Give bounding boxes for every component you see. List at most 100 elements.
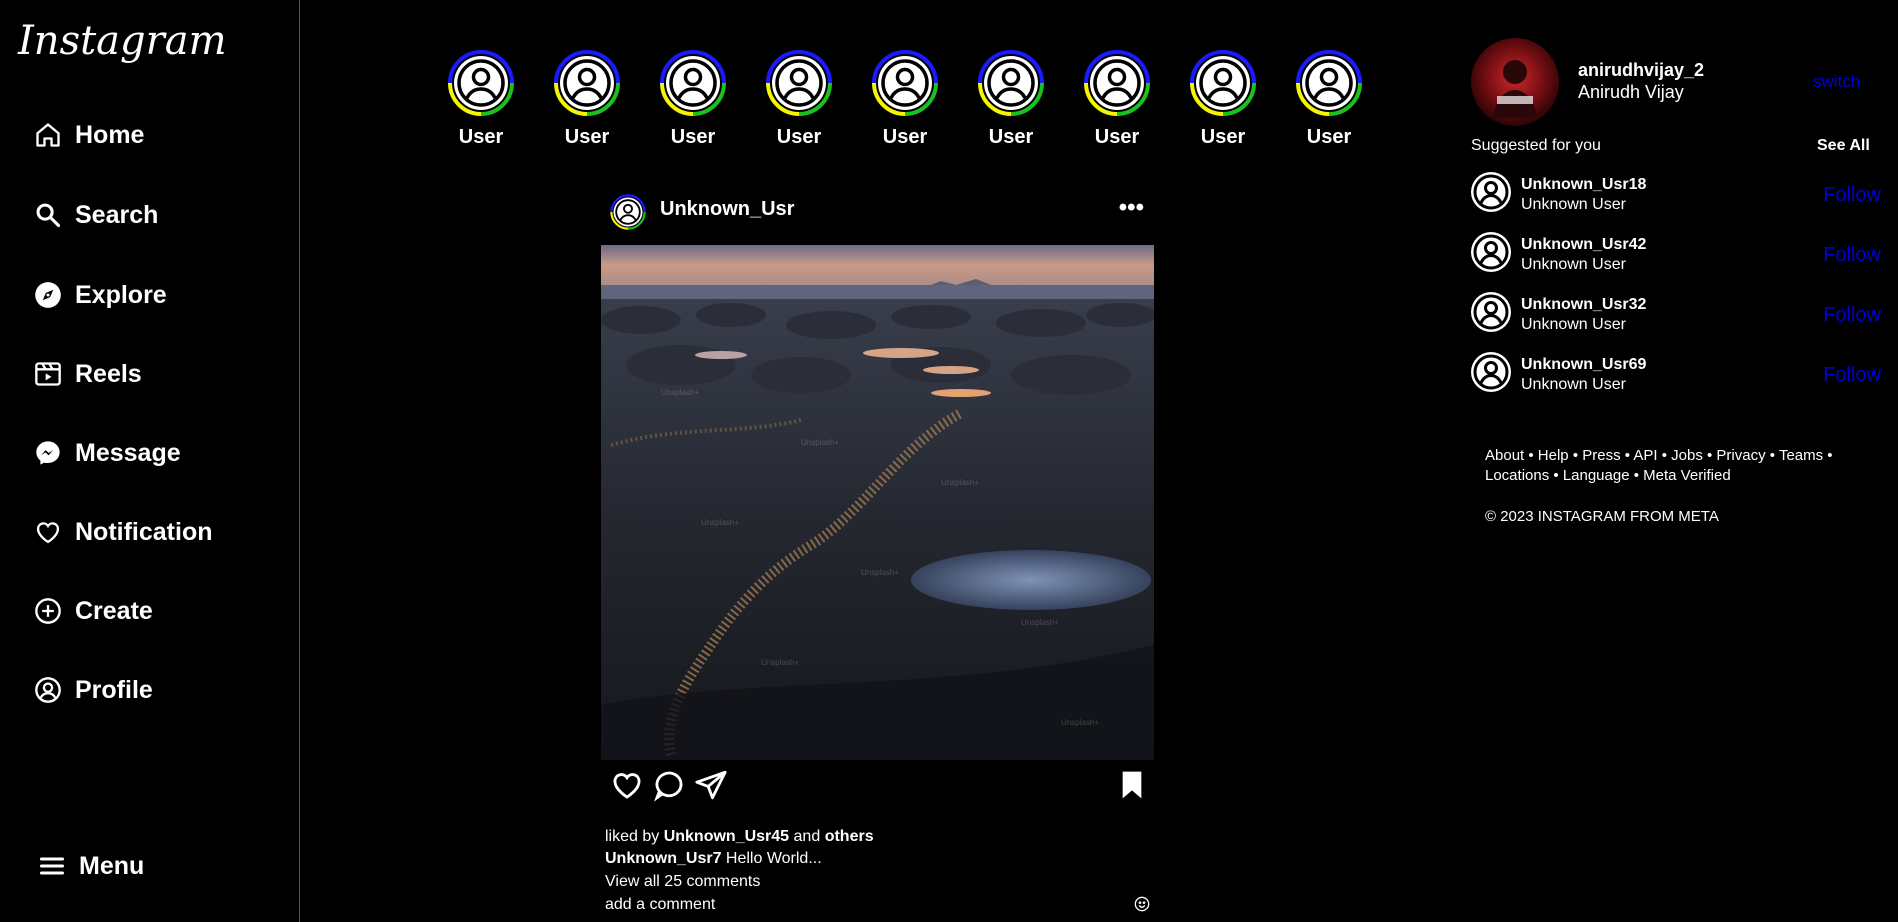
- follow-button[interactable]: Follow: [1823, 364, 1881, 387]
- story-label: User: [776, 126, 822, 148]
- story-item[interactable]: User: [970, 42, 1052, 148]
- story-label: User: [564, 126, 610, 148]
- switch-account-link[interactable]: switch: [1813, 72, 1860, 92]
- account-avatar-image: [1471, 38, 1559, 126]
- footer-link-api[interactable]: API: [1633, 447, 1657, 464]
- nav-item-profile[interactable]: Profile: [33, 670, 153, 710]
- nav-label: Create: [75, 596, 153, 625]
- liked-by-and: and: [793, 828, 821, 845]
- liked-by-prefix: liked by: [605, 828, 660, 845]
- post-avatar-icon[interactable]: [606, 190, 650, 234]
- account-username[interactable]: anirudhvijay_2: [1578, 60, 1704, 81]
- add-comment-input[interactable]: add a comment: [605, 896, 715, 914]
- liked-by-others[interactable]: others: [825, 828, 874, 845]
- like-heart-icon[interactable]: [610, 768, 644, 802]
- user-avatar-icon[interactable]: [1471, 352, 1511, 392]
- story-avatar-icon: [1190, 50, 1256, 116]
- user-avatar-icon[interactable]: [1471, 172, 1511, 212]
- watermark-text: Unsplash+: [861, 568, 899, 577]
- caption-user[interactable]: Unknown_Usr7: [605, 850, 721, 867]
- watermark-text: Unsplash+: [1021, 618, 1059, 627]
- more-options-icon[interactable]: •••: [1119, 194, 1144, 222]
- nav-item-create[interactable]: Create: [33, 591, 153, 631]
- suggestions-title: Suggested for you: [1471, 137, 1601, 154]
- menu-button[interactable]: Menu: [37, 846, 144, 886]
- footer-link-about[interactable]: About: [1485, 447, 1524, 464]
- story-label: User: [1200, 126, 1246, 148]
- suggestion-row: Unknown_Usr42 Unknown User Follow: [1471, 232, 1881, 282]
- follow-button[interactable]: Follow: [1823, 304, 1881, 327]
- follow-button[interactable]: Follow: [1823, 184, 1881, 207]
- suggestion-username[interactable]: Unknown_Usr69: [1521, 356, 1646, 374]
- hamburger-icon: [37, 851, 67, 881]
- suggestion-username[interactable]: Unknown_Usr18: [1521, 176, 1646, 194]
- search-icon: [33, 200, 63, 230]
- nav-item-notification[interactable]: Notification: [33, 512, 213, 552]
- share-send-icon[interactable]: [694, 768, 728, 802]
- post-header: Unknown_Usr •••: [606, 190, 1156, 230]
- story-avatar-icon: [1296, 50, 1362, 116]
- footer-link-privacy[interactable]: Privacy: [1716, 447, 1765, 464]
- footer-link-meta-verified[interactable]: Meta Verified: [1643, 467, 1731, 484]
- user-circle-icon: [33, 675, 63, 705]
- story-item[interactable]: User: [758, 42, 840, 148]
- suggestion-row: Unknown_Usr18 Unknown User Follow: [1471, 172, 1881, 222]
- see-all-link[interactable]: See All: [1817, 137, 1870, 155]
- story-item[interactable]: User: [1182, 42, 1264, 148]
- nav-item-message[interactable]: Message: [33, 433, 181, 473]
- post-username[interactable]: Unknown_Usr: [660, 198, 794, 221]
- story-avatar-icon: [448, 50, 514, 116]
- landscape-photo: Unsplash+ Unsplash+ Unsplash+ Unsplash+ …: [601, 245, 1154, 760]
- story-avatar-icon: [872, 50, 938, 116]
- comment-icon[interactable]: [652, 768, 686, 802]
- nav-label: Message: [75, 438, 181, 467]
- story-label: User: [458, 126, 504, 148]
- post-actions: [610, 768, 1150, 808]
- user-avatar-icon[interactable]: [1471, 232, 1511, 272]
- instagram-logo[interactable]: Instagram: [18, 18, 227, 64]
- story-item[interactable]: User: [1288, 42, 1370, 148]
- watermark-text: Unsplash+: [761, 658, 799, 667]
- post-image[interactable]: Unsplash+ Unsplash+ Unsplash+ Unsplash+ …: [601, 245, 1154, 760]
- follow-button[interactable]: Follow: [1823, 244, 1881, 267]
- story-avatar-icon: [1084, 50, 1150, 116]
- watermark-text: Unsplash+: [701, 518, 739, 527]
- story-item[interactable]: User: [440, 42, 522, 148]
- story-item[interactable]: User: [652, 42, 734, 148]
- footer-link-language[interactable]: Language: [1563, 467, 1630, 484]
- story-avatar-icon: [766, 50, 832, 116]
- suggestion-subtitle: Unknown User: [1521, 316, 1626, 333]
- suggestion-username[interactable]: Unknown_Usr42: [1521, 236, 1646, 254]
- suggestion-username[interactable]: Unknown_Usr32: [1521, 296, 1646, 314]
- account-avatar[interactable]: [1471, 38, 1559, 126]
- view-comments-link[interactable]: View all 25 comments: [605, 873, 760, 891]
- nav-item-explore[interactable]: Explore: [33, 275, 167, 315]
- footer-links: About • Help • Press • API • Jobs • Priv…: [1485, 447, 1833, 484]
- nav-label: Reels: [75, 359, 142, 388]
- footer-link-press[interactable]: Press: [1582, 447, 1620, 464]
- plus-circle-icon: [33, 596, 63, 626]
- footer-link-help[interactable]: Help: [1538, 447, 1569, 464]
- story-label: User: [1306, 126, 1352, 148]
- story-item[interactable]: User: [864, 42, 946, 148]
- footer-link-teams[interactable]: Teams: [1779, 447, 1823, 464]
- story-item[interactable]: User: [1076, 42, 1158, 148]
- story-avatar-icon: [660, 50, 726, 116]
- story-item[interactable]: User: [546, 42, 628, 148]
- liked-by-user[interactable]: Unknown_Usr45: [664, 828, 789, 845]
- heart-icon: [33, 517, 63, 547]
- reels-icon: [33, 359, 63, 389]
- story-label: User: [1094, 126, 1140, 148]
- nav-item-home[interactable]: Home: [33, 115, 144, 155]
- story-avatar-icon: [978, 50, 1044, 116]
- footer-link-locations[interactable]: Locations: [1485, 467, 1549, 484]
- nav-item-reels[interactable]: Reels: [33, 354, 142, 394]
- watermark-text: Unsplash+: [801, 438, 839, 447]
- footer-link-jobs[interactable]: Jobs: [1671, 447, 1703, 464]
- nav-label: Profile: [75, 675, 153, 704]
- emoji-icon[interactable]: [1134, 896, 1150, 912]
- nav-item-search[interactable]: Search: [33, 195, 158, 235]
- user-avatar-icon[interactable]: [1471, 292, 1511, 332]
- bookmark-icon[interactable]: [1116, 768, 1148, 802]
- account-fullname: Anirudh Vijay: [1578, 82, 1684, 102]
